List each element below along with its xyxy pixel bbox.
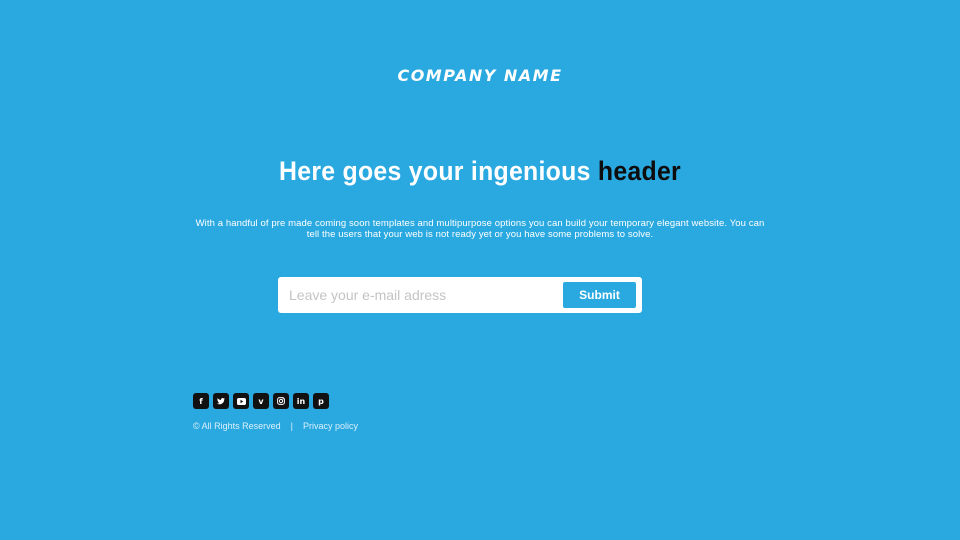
privacy-policy-link[interactable]: Privacy policy — [303, 421, 358, 431]
instagram-icon[interactable] — [273, 393, 289, 409]
pinterest-icon[interactable]: p — [313, 393, 329, 409]
company-logo[interactable]: COMPANY NAME — [0, 66, 960, 85]
submit-button[interactable]: Submit — [563, 282, 636, 308]
hero-description: With a handful of pre made coming soon t… — [195, 218, 765, 240]
copyright-text: © All Rights Reserved — [193, 421, 281, 431]
youtube-icon[interactable] — [233, 393, 249, 409]
vimeo-icon[interactable]: v — [253, 393, 269, 409]
newsletter-form: Submit — [278, 277, 642, 313]
headline-accent: header — [597, 156, 681, 186]
facebook-icon[interactable]: f — [193, 393, 209, 409]
email-input[interactable] — [278, 277, 554, 313]
footer-separator: | — [290, 421, 294, 431]
social-links: f v in p — [193, 393, 329, 409]
headline-main: Here goes your ingenious — [279, 156, 591, 186]
footer: © All Rights Reserved | Privacy policy — [193, 421, 358, 431]
linkedin-icon[interactable]: in — [293, 393, 309, 409]
page-headline: Here goes your ingenious header — [38, 156, 921, 187]
twitter-icon[interactable] — [213, 393, 229, 409]
